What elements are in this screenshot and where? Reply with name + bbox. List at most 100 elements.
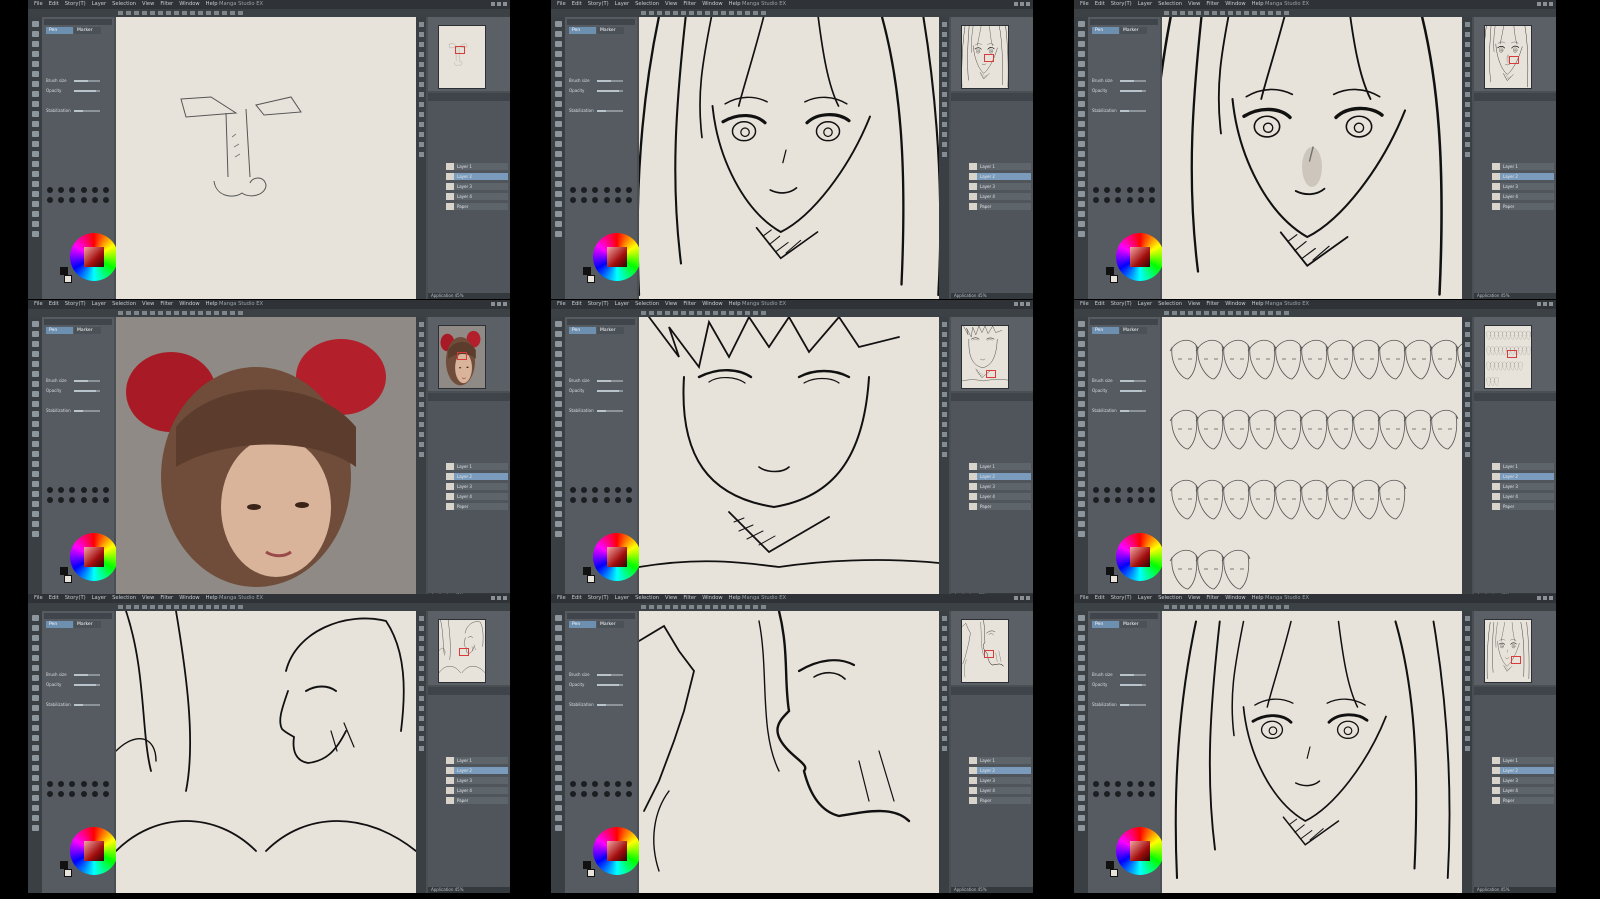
layer-row[interactable]: Paper	[1492, 203, 1554, 210]
toolbar-icon[interactable]	[689, 311, 694, 315]
tool-icon[interactable]	[554, 371, 562, 377]
brush-preset-dot[interactable]	[69, 791, 76, 797]
dock-icon[interactable]	[941, 332, 947, 337]
layer-row[interactable]: Layer 1	[969, 163, 1031, 170]
tool-icon[interactable]	[31, 451, 39, 457]
slider[interactable]	[597, 390, 623, 392]
close-icon[interactable]	[503, 2, 507, 6]
menu-item[interactable]: Help	[1252, 1, 1264, 7]
tool-icon[interactable]	[554, 111, 562, 117]
minimize-icon[interactable]	[1014, 596, 1018, 600]
slider[interactable]	[1120, 674, 1146, 676]
menu-item[interactable]: Selection	[112, 595, 136, 601]
tool-icon[interactable]	[554, 675, 562, 681]
dock-icon[interactable]	[1464, 402, 1470, 407]
toolbar-icon[interactable]	[745, 605, 750, 609]
layer-row[interactable]: Layer 1	[446, 757, 508, 764]
toolbar-icon[interactable]	[1212, 11, 1217, 15]
menu-item[interactable]: Help	[1252, 595, 1264, 601]
dock-icon[interactable]	[1464, 132, 1470, 137]
layer-row[interactable]: Layer 1	[969, 463, 1031, 470]
dock-icon[interactable]	[941, 452, 947, 457]
brush-preset-dot[interactable]	[626, 197, 633, 203]
opacity-row[interactable]: Opacity	[46, 389, 110, 393]
tool-icon[interactable]	[31, 491, 39, 497]
drawing-canvas[interactable]	[1162, 317, 1462, 599]
toolbar-icon[interactable]	[713, 605, 718, 609]
brush-preset-dot[interactable]	[580, 791, 587, 797]
opacity-row[interactable]: Opacity	[569, 389, 633, 393]
close-icon[interactable]	[1549, 596, 1553, 600]
dock-icon[interactable]	[418, 626, 424, 631]
brush-preset-dot[interactable]	[1149, 187, 1156, 193]
tool-icon[interactable]	[31, 521, 39, 527]
menu-item[interactable]: Window	[702, 301, 722, 307]
tool-icon[interactable]	[1077, 411, 1085, 417]
brush-preset-dot[interactable]	[1103, 497, 1110, 503]
brush-preset-dot[interactable]	[1149, 781, 1156, 787]
dock-icon[interactable]	[941, 696, 947, 701]
toolbar-icon[interactable]	[158, 605, 163, 609]
dock-icon[interactable]	[1464, 736, 1470, 741]
layer-row[interactable]: Layer 2	[446, 767, 508, 774]
menu-item[interactable]: Layer	[1138, 1, 1152, 7]
brush-preset-dot[interactable]	[626, 497, 633, 503]
toolbar-icon[interactable]	[134, 311, 139, 315]
tool-icon[interactable]	[554, 181, 562, 187]
toolbar-icon[interactable]	[673, 11, 678, 15]
toolbar-icon[interactable]	[657, 605, 662, 609]
dock-icon[interactable]	[1464, 372, 1470, 377]
brush-preset-dot[interactable]	[569, 487, 576, 493]
dock-icon[interactable]	[1464, 82, 1470, 87]
navigator-thumbnail[interactable]	[438, 25, 486, 89]
tool-icon[interactable]	[31, 121, 39, 127]
dock-icon[interactable]	[941, 362, 947, 367]
tool-icon[interactable]	[554, 511, 562, 517]
tool-icon[interactable]	[554, 361, 562, 367]
tool-icon[interactable]	[31, 441, 39, 447]
toolbar-icon[interactable]	[1236, 11, 1241, 15]
toolbar-icon[interactable]	[681, 11, 686, 15]
tool-icon[interactable]	[554, 151, 562, 157]
brush-preset-dot[interactable]	[1126, 197, 1133, 203]
dock-icon[interactable]	[418, 646, 424, 651]
toolbar-icon[interactable]	[1164, 311, 1169, 315]
tool-icon[interactable]	[554, 715, 562, 721]
tool-icon[interactable]	[31, 411, 39, 417]
toolbar-icon[interactable]	[753, 605, 758, 609]
menu-item[interactable]: Filter	[683, 595, 696, 601]
stabilization-row[interactable]: Stabilization	[1092, 109, 1156, 113]
toolbar-icon[interactable]	[1276, 311, 1281, 315]
brush-preset-dot[interactable]	[592, 497, 599, 503]
menu-item[interactable]: Window	[702, 1, 722, 7]
main-color-swatch[interactable]	[583, 267, 591, 275]
brush-preset-dot[interactable]	[580, 487, 587, 493]
tool-icon[interactable]	[554, 695, 562, 701]
toolbar-icon[interactable]	[182, 311, 187, 315]
tool-icon[interactable]	[554, 481, 562, 487]
tool-icon[interactable]	[554, 191, 562, 197]
tool-icon[interactable]	[31, 735, 39, 741]
dock-icon[interactable]	[941, 112, 947, 117]
slider[interactable]	[597, 684, 623, 686]
opacity-row[interactable]: Opacity	[1092, 683, 1156, 687]
dock-icon[interactable]	[1464, 392, 1470, 397]
maximize-icon[interactable]	[1020, 2, 1024, 6]
toolbar-icon[interactable]	[1284, 11, 1289, 15]
brush-preset-dot[interactable]	[1115, 187, 1122, 193]
menu-item[interactable]: File	[557, 301, 566, 307]
layer-row[interactable]: Layer 2	[969, 767, 1031, 774]
menu-item[interactable]: View	[1188, 301, 1200, 307]
brush-preset-dot[interactable]	[80, 781, 87, 787]
toolbar-icon[interactable]	[1196, 605, 1201, 609]
toolbar-icon[interactable]	[190, 11, 195, 15]
dock-icon[interactable]	[418, 62, 424, 67]
tool-icon[interactable]	[554, 31, 562, 37]
brush-preset-dot[interactable]	[103, 487, 110, 493]
tool-icon[interactable]	[554, 211, 562, 217]
toolbar-icon[interactable]	[673, 605, 678, 609]
brush-preset-dot[interactable]	[91, 781, 98, 787]
dock-icon[interactable]	[941, 666, 947, 671]
brush-preset-dot[interactable]	[580, 497, 587, 503]
tool-icon[interactable]	[1077, 785, 1085, 791]
